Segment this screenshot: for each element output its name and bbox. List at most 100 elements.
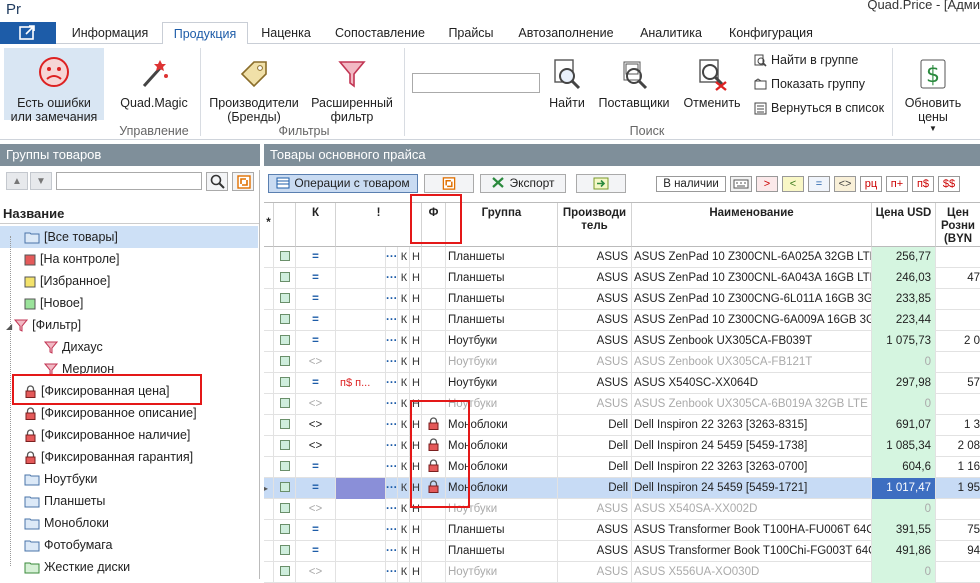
row-more-button[interactable]: ··· bbox=[386, 541, 398, 562]
checkbox-icon[interactable] bbox=[279, 272, 290, 282]
tab-products[interactable]: Продукция bbox=[162, 22, 248, 45]
col-header-retail[interactable]: Цен Розни (BYN bbox=[936, 203, 980, 247]
row-k-button[interactable]: К bbox=[398, 268, 410, 289]
row-k-button[interactable]: К bbox=[398, 247, 410, 268]
table-row[interactable]: <> ··· К Н Ноутбуки ASUS ASUS Zenbook UX305CA-… bbox=[264, 394, 980, 415]
row-more-button[interactable]: ··· bbox=[386, 415, 398, 436]
checkbox-icon[interactable] bbox=[279, 335, 290, 345]
tree-node-favorites[interactable]: [Избранное] bbox=[24, 270, 110, 292]
tab-autofill[interactable]: Автозаполнение bbox=[508, 22, 624, 44]
row-more-button[interactable]: ··· bbox=[386, 247, 398, 268]
expand-arrow-icon[interactable]: ◢ bbox=[6, 322, 12, 331]
tree-node-on-control[interactable]: [На контроле] bbox=[24, 248, 119, 270]
row-h-button[interactable]: Н bbox=[410, 541, 422, 562]
tab-markup[interactable]: Наценка bbox=[252, 22, 320, 44]
tree-node-filter[interactable]: ◢ [Фильтр] bbox=[6, 314, 81, 336]
tree-node-tablets[interactable]: Планшеты bbox=[24, 490, 105, 512]
row-more-button[interactable]: ··· bbox=[386, 562, 398, 583]
suppliers-button[interactable]: Поставщики bbox=[596, 48, 672, 118]
table-row[interactable]: = ··· К Н Ноутбуки ASUS ASUS Zenbook UX305CA-F… bbox=[264, 331, 980, 352]
group-search-input[interactable] bbox=[56, 172, 202, 190]
checkbox-icon[interactable] bbox=[279, 440, 290, 450]
col-header-group[interactable]: Группа bbox=[446, 203, 558, 247]
keyboard-filter-button[interactable] bbox=[730, 176, 752, 192]
tab-analytics[interactable]: Аналитика bbox=[630, 22, 712, 44]
checkbox-icon[interactable] bbox=[279, 398, 290, 408]
row-k-button[interactable]: К bbox=[398, 436, 410, 457]
row-checkbox[interactable] bbox=[274, 562, 296, 583]
panel-splitter[interactable] bbox=[259, 170, 260, 579]
move-to-button[interactable] bbox=[576, 174, 626, 193]
move-down-icon[interactable]: ▼ bbox=[30, 172, 52, 190]
search-input[interactable] bbox=[412, 73, 540, 93]
filter-not-equal-button[interactable]: <> bbox=[834, 176, 856, 192]
checkbox-icon[interactable] bbox=[279, 545, 290, 555]
col-header-manufacturer[interactable]: Производи тель bbox=[558, 203, 632, 247]
group-search-button[interactable] bbox=[206, 172, 228, 191]
tab-matching[interactable]: Сопоставление bbox=[326, 22, 434, 44]
row-more-button[interactable]: ··· bbox=[386, 478, 398, 499]
find-in-group-button[interactable]: Найти в группе bbox=[754, 51, 858, 69]
row-checkbox[interactable] bbox=[274, 436, 296, 457]
tree-node-fixed-warranty[interactable]: [Фиксированная гарантия] bbox=[24, 446, 193, 468]
errors-button[interactable]: Есть ошибки или замечания bbox=[4, 48, 104, 124]
row-k-button[interactable]: К bbox=[398, 541, 410, 562]
row-checkbox[interactable] bbox=[274, 268, 296, 289]
row-more-button[interactable]: ··· bbox=[386, 331, 398, 352]
table-row[interactable]: <> ··· К Н Ноутбуки ASUS ASUS Zenbook UX305CA-… bbox=[264, 352, 980, 373]
tab-configuration[interactable]: Конфигурация bbox=[718, 22, 824, 44]
tree-node-monoblocks[interactable]: Моноблоки bbox=[24, 512, 109, 534]
tree-node-hard-drives[interactable]: Жесткие диски bbox=[24, 556, 130, 578]
table-row[interactable]: = ··· К Н Планшеты ASUS ASUS ZenPad 10 Z300CNL… bbox=[264, 268, 980, 289]
row-more-button[interactable]: ··· bbox=[386, 310, 398, 331]
row-checkbox[interactable] bbox=[274, 373, 296, 394]
row-k-button[interactable]: К bbox=[398, 415, 410, 436]
row-more-button[interactable]: ··· bbox=[386, 352, 398, 373]
home-button[interactable] bbox=[0, 22, 56, 44]
row-checkbox[interactable] bbox=[274, 394, 296, 415]
row-k-button[interactable]: К bbox=[398, 310, 410, 331]
table-row[interactable]: = ··· К Н Планшеты ASUS ASUS ZenPad 10 Z300CNG… bbox=[264, 310, 980, 331]
row-h-button[interactable]: Н bbox=[410, 520, 422, 541]
row-checkbox[interactable] bbox=[274, 457, 296, 478]
checkbox-icon[interactable] bbox=[279, 419, 290, 429]
row-more-button[interactable]: ··· bbox=[386, 289, 398, 310]
row-k-button[interactable]: К bbox=[398, 331, 410, 352]
row-checkbox[interactable] bbox=[274, 541, 296, 562]
row-h-button[interactable]: Н bbox=[410, 562, 422, 583]
row-checkbox[interactable] bbox=[274, 499, 296, 520]
table-row[interactable]: = ··· К Н Планшеты ASUS ASUS Transformer Book … bbox=[264, 541, 980, 562]
row-checkbox[interactable] bbox=[274, 520, 296, 541]
row-checkbox[interactable] bbox=[274, 352, 296, 373]
back-to-list-button[interactable]: Вернуться в список bbox=[754, 99, 884, 117]
refresh-products-button[interactable] bbox=[424, 174, 474, 193]
row-h-button[interactable]: Н bbox=[410, 352, 422, 373]
filter-pdollar-button[interactable]: п$ bbox=[912, 176, 934, 192]
row-more-button[interactable]: ··· bbox=[386, 520, 398, 541]
filter-plus-button[interactable]: п+ bbox=[886, 176, 908, 192]
checkbox-icon[interactable] bbox=[279, 524, 290, 534]
checkbox-icon[interactable] bbox=[279, 461, 290, 471]
row-k-button[interactable]: К bbox=[398, 520, 410, 541]
tab-pricelists[interactable]: Прайсы bbox=[440, 22, 502, 44]
table-row[interactable]: <> ··· К Н Ноутбуки ASUS ASUS X540SA-XX002D 0 bbox=[264, 499, 980, 520]
row-k-button[interactable]: К bbox=[398, 478, 410, 499]
tree-node-laptops[interactable]: Ноутбуки bbox=[24, 468, 97, 490]
col-header-check[interactable] bbox=[274, 203, 296, 247]
checkbox-icon[interactable] bbox=[279, 566, 290, 576]
checkbox-icon[interactable] bbox=[279, 293, 290, 303]
table-row[interactable]: ▸ = ··· К Н Моноблоки Dell Dell Inspiron 24 545… bbox=[264, 478, 980, 499]
row-checkbox[interactable] bbox=[274, 310, 296, 331]
filter-rc-button[interactable]: рц bbox=[860, 176, 882, 192]
row-h-button[interactable]: Н bbox=[410, 268, 422, 289]
row-h-button[interactable]: Н bbox=[410, 331, 422, 352]
tree-node-all-products[interactable]: [Все товары] bbox=[24, 226, 118, 248]
move-up-icon[interactable]: ▲ bbox=[6, 172, 28, 190]
tree-node-photo-paper[interactable]: Фотобумага bbox=[24, 534, 113, 556]
in-stock-button[interactable]: В наличии bbox=[656, 176, 726, 192]
cancel-search-button[interactable]: Отменить bbox=[680, 48, 744, 118]
row-k-button[interactable]: К bbox=[398, 457, 410, 478]
tree-node-dihaus[interactable]: Дихаус bbox=[44, 336, 103, 358]
tree-node-fixed-description[interactable]: [Фиксированное описание] bbox=[24, 402, 197, 424]
tree-node-new[interactable]: [Новое] bbox=[24, 292, 83, 314]
